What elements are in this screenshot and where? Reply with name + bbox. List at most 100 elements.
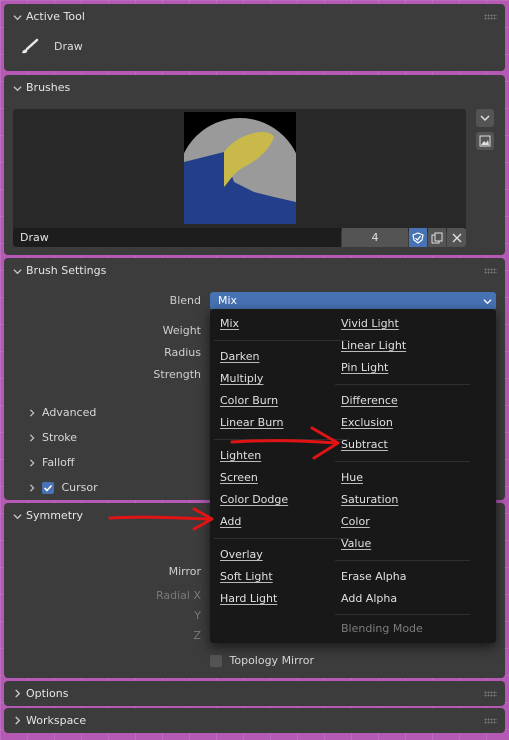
chevron-right-icon xyxy=(12,708,22,733)
chevron-down-icon xyxy=(480,115,490,122)
subpanel-advanced[interactable]: Advanced xyxy=(28,403,96,423)
options-title: Options xyxy=(26,687,69,700)
blend-option-label: Linear Burn xyxy=(220,416,284,429)
active-tool-title: Active Tool xyxy=(26,10,85,23)
blend-option-label: Add xyxy=(220,515,242,528)
blend-option-label: Darken xyxy=(220,350,260,363)
active-tool-panel: Active Tool Draw xyxy=(4,4,505,71)
options-panel[interactable]: Options xyxy=(4,681,505,706)
blend-option-label: Color Dodge xyxy=(220,493,289,506)
brushes-header[interactable]: Brushes xyxy=(4,75,505,101)
blend-option-label: Exclusion xyxy=(341,416,393,429)
brush-settings-title: Brush Settings xyxy=(26,264,107,277)
radius-label: Radius xyxy=(164,346,201,359)
brush-settings-header[interactable]: Brush Settings xyxy=(4,258,505,284)
fake-user-button[interactable] xyxy=(409,228,427,247)
subpanel-stroke[interactable]: Stroke xyxy=(28,428,77,448)
brush-list-toggle[interactable] xyxy=(476,109,494,127)
drag-grip-icon[interactable] xyxy=(484,691,497,697)
cursor-checkbox[interactable] xyxy=(42,482,54,494)
blend-option-saturation[interactable]: Saturation xyxy=(331,489,474,511)
radial-x-label: Radial X xyxy=(155,589,201,602)
blend-option-add-alpha[interactable]: Add Alpha xyxy=(331,588,474,610)
subpanel-cursor[interactable]: Cursor xyxy=(28,478,98,498)
menu-separator xyxy=(335,461,470,462)
blend-option-label: Hue xyxy=(341,471,364,484)
brushes-title: Brushes xyxy=(26,81,71,94)
blend-option-erase-alpha[interactable]: Erase Alpha xyxy=(331,566,474,588)
brush-name-value: Draw xyxy=(20,231,49,244)
drag-grip-icon[interactable] xyxy=(484,268,497,274)
strength-label: Strength xyxy=(153,368,201,381)
radial-y-label: Y xyxy=(194,609,201,622)
shield-icon xyxy=(412,231,424,244)
chevron-down-icon xyxy=(483,299,492,305)
chevron-right-icon xyxy=(28,453,38,473)
close-icon xyxy=(452,233,461,242)
active-tool-header[interactable]: Active Tool xyxy=(4,4,505,30)
menu-separator xyxy=(335,614,470,615)
blend-option-linear-light[interactable]: Linear Light xyxy=(331,335,474,357)
blend-mode-menu: Mix Darken Multiply Color Burn Linear Bu… xyxy=(210,309,496,643)
brush-icon xyxy=(18,36,40,58)
drag-grip-icon[interactable] xyxy=(484,14,497,20)
chevron-down-icon xyxy=(12,75,22,101)
chevron-down-icon xyxy=(12,258,22,284)
blend-dropdown[interactable]: Mix xyxy=(210,292,496,310)
subpanel-falloff[interactable]: Falloff xyxy=(28,453,74,473)
weight-label: Weight xyxy=(162,324,201,337)
blend-menu-footer: Blending Mode xyxy=(331,618,474,640)
blend-option-label: Erase Alpha xyxy=(341,570,407,583)
blend-option-hue[interactable]: Hue xyxy=(331,467,474,489)
blend-label: Blend xyxy=(169,294,201,307)
brushes-panel: Brushes Draw 4 xyxy=(4,75,505,255)
brush-users-count[interactable]: 4 xyxy=(342,228,408,247)
blend-option-color[interactable]: Color xyxy=(331,511,474,533)
options-header[interactable]: Options xyxy=(4,681,505,706)
blend-option-vivid-light[interactable]: Vivid Light xyxy=(331,313,474,335)
image-icon xyxy=(479,135,491,147)
unlink-brush-button[interactable] xyxy=(447,228,466,247)
workspace-panel[interactable]: Workspace xyxy=(4,708,505,733)
duplicate-brush-button[interactable] xyxy=(428,228,446,247)
blend-option-label: Value xyxy=(341,537,372,550)
blend-option-label: Color Burn xyxy=(220,394,279,407)
active-tool-name: Draw xyxy=(54,40,83,53)
topology-mirror-toggle[interactable]: Topology Mirror xyxy=(210,654,314,668)
checkmark-icon xyxy=(43,484,53,492)
symmetry-title: Symmetry xyxy=(26,509,84,522)
subpanel-advanced-label: Advanced xyxy=(42,406,97,419)
blend-option-label: Overlay xyxy=(220,548,263,561)
subpanel-cursor-label: Cursor xyxy=(61,481,98,494)
brush-image-button[interactable] xyxy=(476,132,494,150)
menu-separator xyxy=(335,384,470,385)
workspace-header[interactable]: Workspace xyxy=(4,708,505,733)
blend-option-label: Hard Light xyxy=(220,592,278,605)
subpanel-falloff-label: Falloff xyxy=(42,456,75,469)
brush-name-field[interactable]: Draw xyxy=(13,228,341,247)
mirror-label: Mirror xyxy=(168,565,201,578)
chevron-right-icon xyxy=(28,428,38,448)
blend-option-subtract[interactable]: Subtract xyxy=(331,434,474,456)
users-count-value: 4 xyxy=(371,231,379,244)
brush-preview-area[interactable] xyxy=(13,109,466,231)
menu-separator xyxy=(335,560,470,561)
menu-separator xyxy=(214,340,349,341)
blend-option-exclusion[interactable]: Exclusion xyxy=(331,412,474,434)
blend-option-value[interactable]: Value xyxy=(331,533,474,555)
blend-option-difference[interactable]: Difference xyxy=(331,390,474,412)
topology-mirror-label: Topology Mirror xyxy=(229,654,314,667)
brush-thumbnail[interactable] xyxy=(184,112,296,224)
subpanel-stroke-label: Stroke xyxy=(42,431,78,444)
blend-menu-footer-label: Blending Mode xyxy=(341,622,423,635)
blend-dropdown-value: Mix xyxy=(218,294,238,307)
topology-mirror-checkbox[interactable] xyxy=(210,655,222,667)
blend-option-label: Lighten xyxy=(220,449,262,462)
blend-option-label: Pin Light xyxy=(341,361,389,374)
blend-option-pin-light[interactable]: Pin Light xyxy=(331,357,474,379)
drag-grip-icon[interactable] xyxy=(484,718,497,724)
chevron-down-icon xyxy=(12,4,22,30)
blend-option-label: Soft Light xyxy=(220,570,273,583)
chevron-down-icon xyxy=(12,503,22,529)
blend-option-label: Color xyxy=(341,515,370,528)
